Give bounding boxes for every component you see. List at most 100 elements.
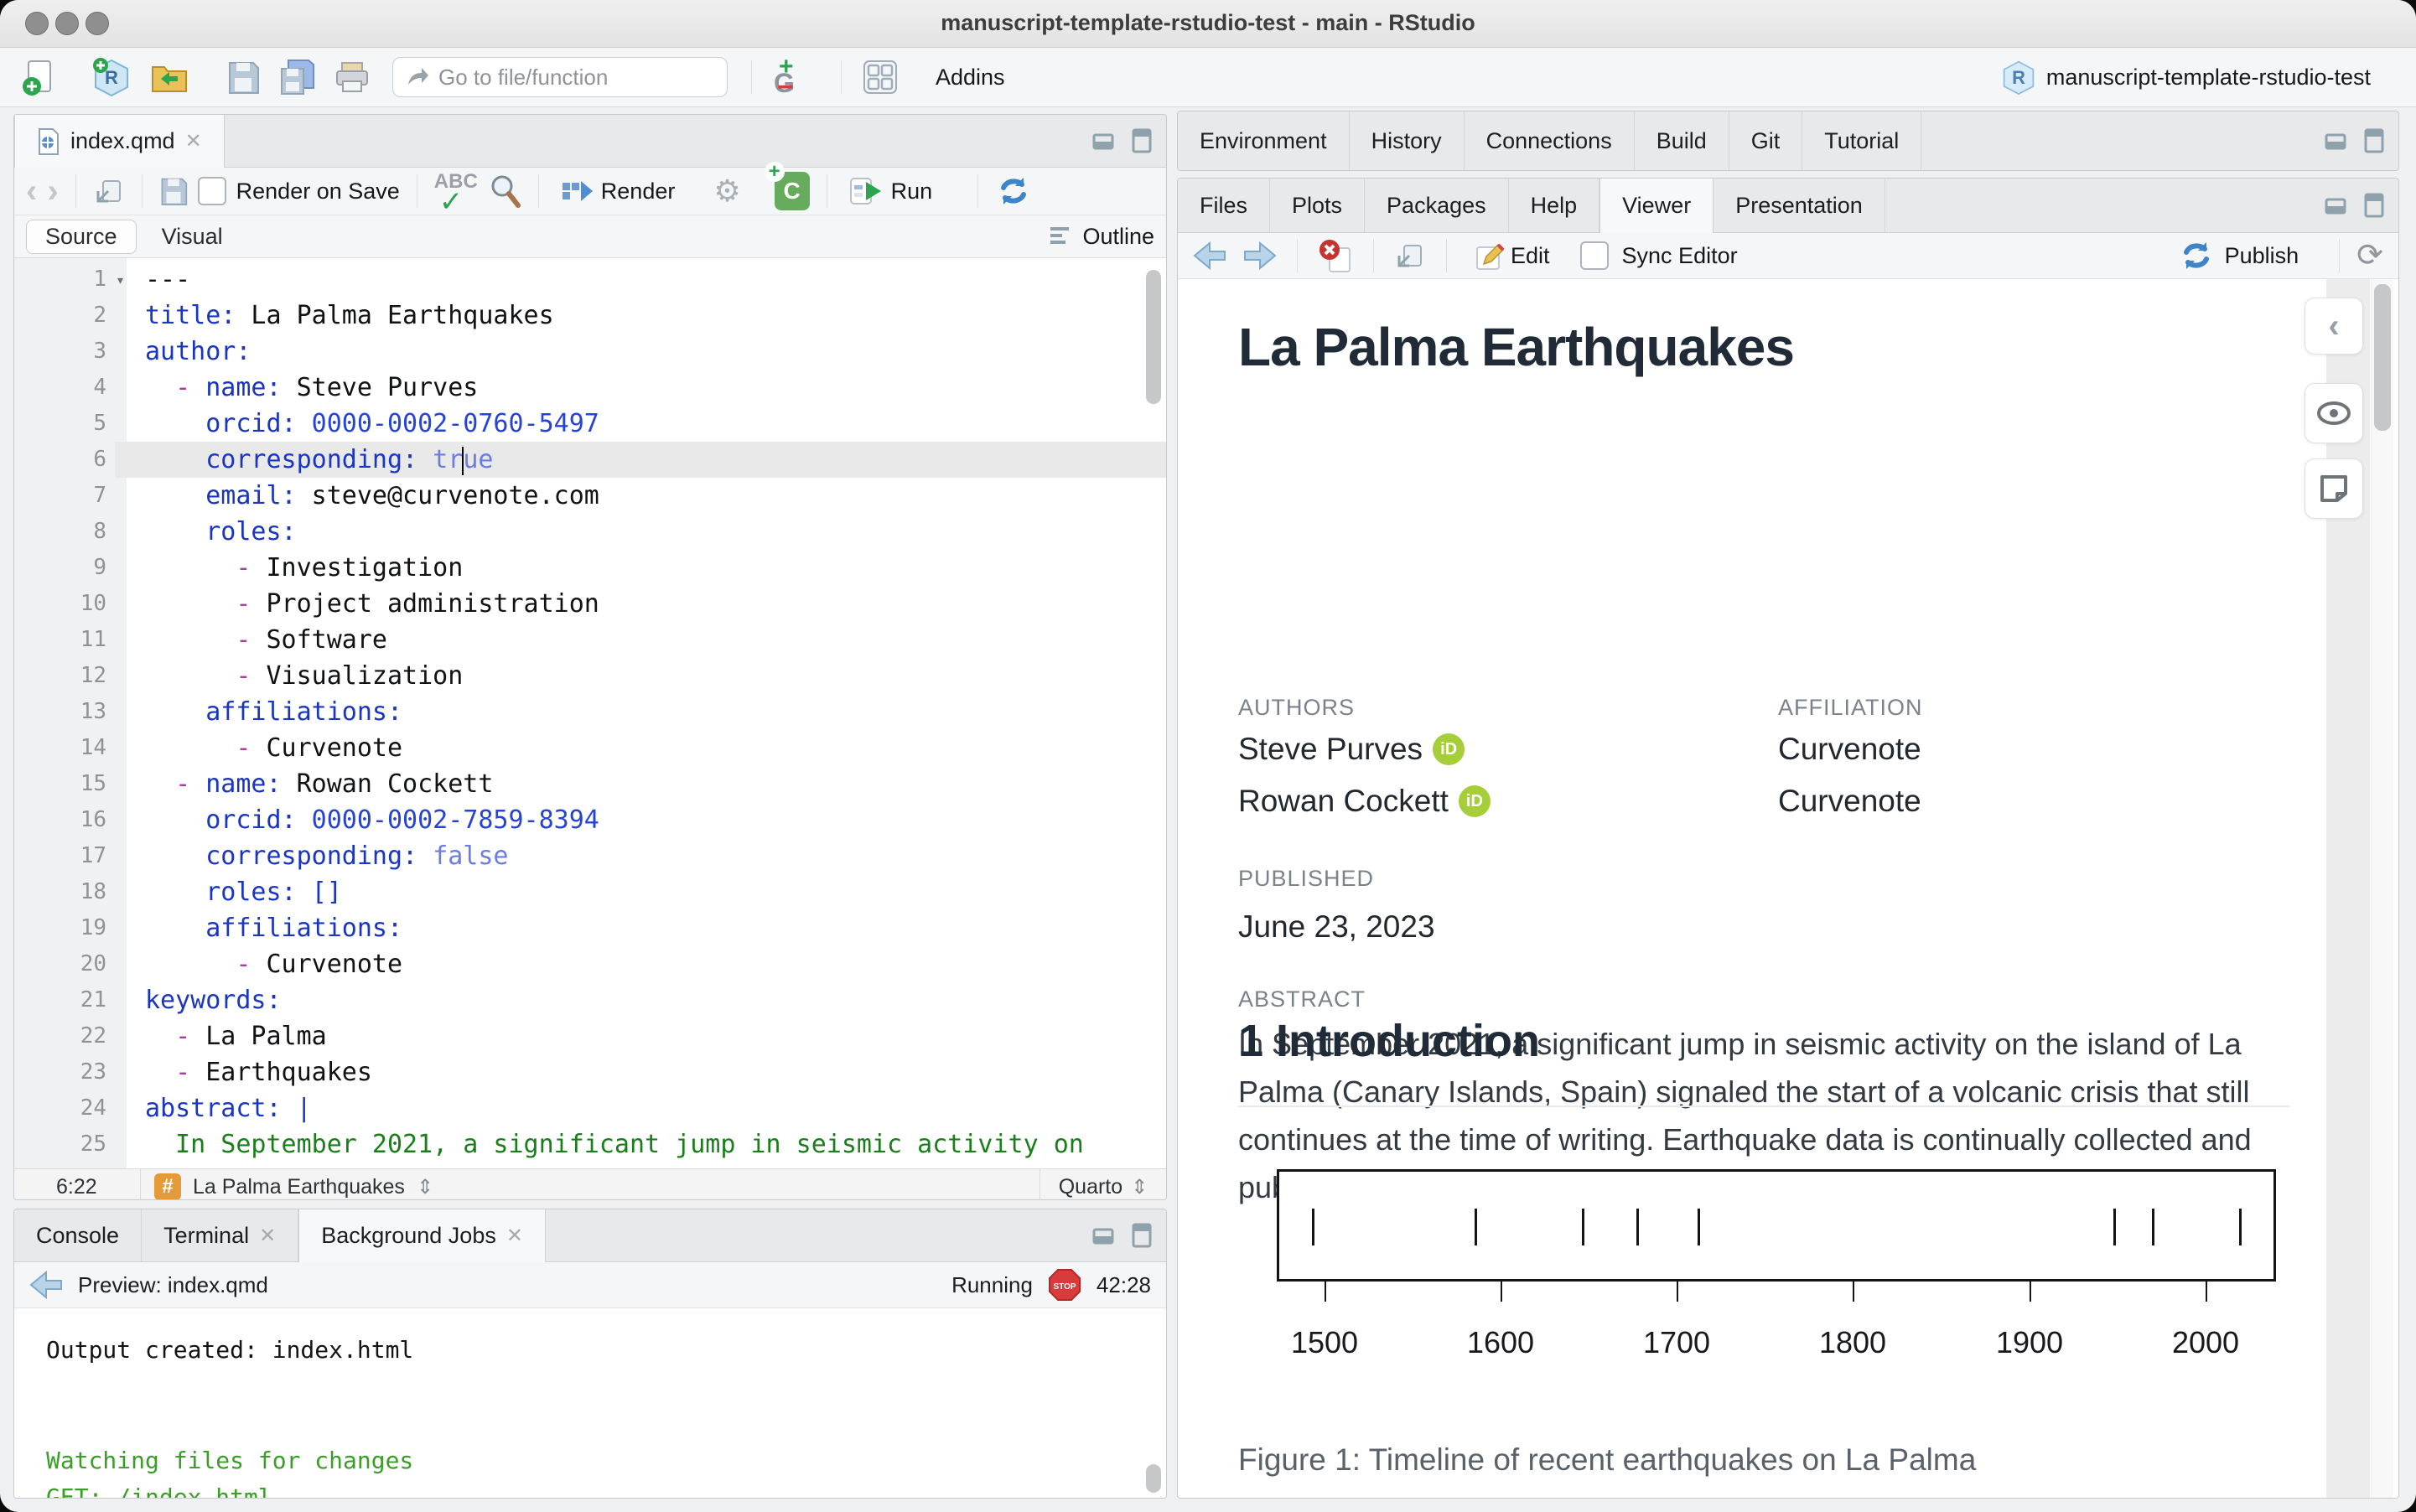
fold-caret-icon[interactable]: ▾ [116,262,125,298]
insert-chunk-button[interactable]: C + [764,162,810,210]
code-line: 9 - Investigation [93,553,464,583]
version-control-button[interactable]: G + − [767,53,826,103]
jobs-toolbar: Preview: index.qmd Running STOP 42:28 [14,1262,1166,1308]
code-line: 18 roles: [] [80,878,342,907]
tab-history[interactable]: History [1350,111,1465,170]
run-icon [849,178,881,205]
viewer-back-icon[interactable] [1193,240,1228,272]
open-file-button[interactable] [144,55,213,99]
maximize-pane-icon[interactable] [2363,192,2385,219]
run-button[interactable]: Run [844,172,938,210]
console-scrollbar[interactable] [1146,1464,1161,1493]
stop-job-icon[interactable]: STOP [1048,1268,1081,1302]
refresh-viewer-icon[interactable]: ⟳ [2356,240,2383,272]
panes-grid-icon [863,60,897,94]
console-tab-terminal[interactable]: Terminal ✕ [142,1209,299,1261]
tab-viewer[interactable]: Viewer [1599,179,1714,233]
tab-connections[interactable]: Connections [1465,111,1635,170]
publish-button[interactable]: Publish [2225,243,2299,269]
render-on-save-label: Render on Save [236,178,400,204]
tab-label: index.qmd [70,128,175,153]
clear-viewer-icon[interactable] [1318,238,1353,273]
axis-tick [2030,1282,2031,1302]
orcid-icon[interactable]: iD [1433,733,1465,765]
tab-environment[interactable]: Environment [1178,111,1350,170]
reader-view-button[interactable] [2305,383,2363,443]
main-toolbar: R Go to file/function G + − Addins R man… [0,48,2416,107]
code-line: 1 ▾ --- [14,261,1166,298]
render-button[interactable]: Render [556,173,681,210]
new-file-button[interactable] [17,54,79,100]
save-all-button[interactable] [273,55,320,99]
tab-git[interactable]: Git [1729,111,1803,170]
save-button[interactable] [221,56,265,98]
popout-icon[interactable] [93,176,125,206]
outline-button[interactable]: Outline [1082,224,1154,250]
tab-tutorial[interactable]: Tutorial [1802,111,1922,170]
open-folder-icon [152,66,187,92]
collapse-panel-button[interactable]: ‹ [2305,298,2363,355]
spellcheck-icon[interactable]: ABC ✓ [434,170,478,218]
visual-mode-button[interactable]: Visual [143,220,241,253]
job-back-icon[interactable] [29,1269,65,1301]
jobs-output[interactable]: Output created: index.html Watching file… [14,1308,1166,1498]
close-tab-icon[interactable]: ✕ [259,1224,276,1248]
tab-index-qmd[interactable]: index.qmd ✕ [14,115,225,168]
minimize-pane-icon[interactable] [1091,128,1119,153]
new-project-button[interactable]: R [87,54,136,101]
article-title: La Palma Earthquakes [1238,317,1795,377]
qmd-file-icon [39,127,59,155]
nav-forward-icon[interactable]: › [47,174,58,208]
console-tab-background-jobs[interactable]: Background Jobs ✕ [298,1209,546,1262]
tab-presentation[interactable]: Presentation [1713,179,1885,232]
maximize-pane-icon[interactable] [2363,127,2385,154]
event-tick-2021 [2239,1209,2242,1245]
minimize-pane-icon[interactable] [2323,128,2351,153]
edit-pencil-icon [1476,243,1505,270]
goto-file-input[interactable]: Go to file/function [392,57,728,97]
viewer-popout-icon[interactable] [1394,241,1426,271]
nav-back-icon[interactable]: ‹ [26,174,37,208]
maximize-pane-icon[interactable] [1131,127,1153,154]
project-menu-button[interactable]: R manuscript-template-rstudio-test [1996,55,2399,99]
sync-editor-checkbox[interactable] [1579,241,1609,270]
code-editor[interactable]: 1 ▾ --- 2 title: La Palma Earthquakes 3 author… [14,258,1166,1168]
minimize-pane-icon[interactable] [1091,1223,1119,1248]
console-tabs: Console Terminal ✕ Background Jobs ✕ [14,1209,1166,1262]
search-icon[interactable] [488,173,521,209]
close-tab-icon[interactable]: ✕ [506,1224,523,1248]
tab-packages[interactable]: Packages [1365,179,1509,232]
sync-editor-label: Sync Editor [1621,242,1738,268]
code-line: 26 the island of La Palma (Canary Island… [14,1162,1166,1168]
panes-layout-button[interactable] [857,55,922,99]
section-heading: 1 Introduction [1238,1016,1540,1066]
source-mode-button[interactable]: Source [26,219,137,254]
section-hash-icon: # [154,1173,181,1199]
gear-icon[interactable]: ⚙ [713,176,740,206]
section-jump-menu[interactable]: # La Palma Earthquakes ⇕ [140,1169,1040,1199]
close-tab-icon[interactable]: ✕ [185,129,202,153]
tab-build[interactable]: Build [1635,111,1729,170]
annotate-button[interactable] [2305,458,2363,519]
render-on-save-checkbox[interactable] [197,177,226,205]
tab-files[interactable]: Files [1178,179,1271,232]
viewer-forward-icon[interactable] [1242,240,1277,272]
code-lines: 1 ▾ --- 2 title: La Palma Earthquakes 3 author… [14,258,1166,1168]
event-tick-1492 [1311,1209,1314,1245]
filetype-label: Quarto [1058,1174,1123,1199]
save-file-icon[interactable] [159,176,188,206]
code-line: 7 email: steve@curvenote.com [93,481,599,510]
minimize-pane-icon[interactable] [2323,193,2351,218]
console-tab-console[interactable]: Console [14,1209,143,1261]
tab-plots[interactable]: Plots [1270,179,1366,232]
print-button[interactable] [329,56,376,98]
orcid-icon[interactable]: iD [1458,785,1491,817]
addins-button[interactable]: Addins [931,61,1029,94]
tab-help[interactable]: Help [1509,179,1600,232]
rerun-icon[interactable] [995,174,1032,208]
maximize-pane-icon[interactable] [1131,1222,1153,1249]
edit-button[interactable]: Edit [1467,236,1555,276]
filetype-menu[interactable]: Quarto ⇕ [1040,1175,1166,1199]
cursor-position: 6:22 [56,1174,97,1199]
note-icon [2320,475,2347,502]
